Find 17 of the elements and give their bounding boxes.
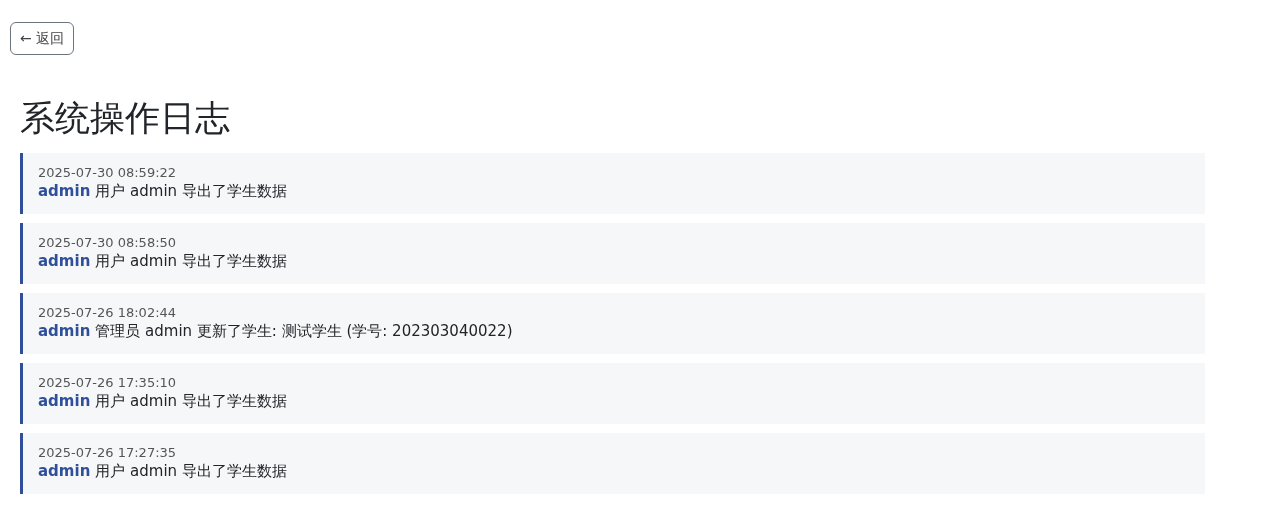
page-title: 系统操作日志 <box>20 97 231 139</box>
log-time: 2025-07-30 08:58:50 <box>38 234 178 251</box>
log-user: admin <box>38 392 91 410</box>
log-user: admin <box>38 252 91 270</box>
log-time: 2025-07-26 18:02:44 <box>38 304 178 321</box>
log-time: 2025-07-26 17:35:10 <box>38 374 178 391</box>
log-user: admin <box>38 322 91 340</box>
log-time: 2025-07-26 17:27:35 <box>38 444 178 461</box>
log-user: admin <box>38 182 91 200</box>
log-message: 用户 admin 导出了学生数据 <box>95 182 287 200</box>
log-message: 用户 admin 导出了学生数据 <box>95 252 287 270</box>
log-time: 2025-07-30 08:59:22 <box>38 164 178 181</box>
log-message: 用户 admin 导出了学生数据 <box>95 462 287 480</box>
log-user: admin <box>38 462 91 480</box>
back-button[interactable]: ← 返回 <box>10 22 75 55</box>
log-message: 用户 admin 导出了学生数据 <box>95 392 287 410</box>
log-message: 管理员 admin 更新了学生: 测试学生 (学号: 202303040022) <box>95 322 513 340</box>
